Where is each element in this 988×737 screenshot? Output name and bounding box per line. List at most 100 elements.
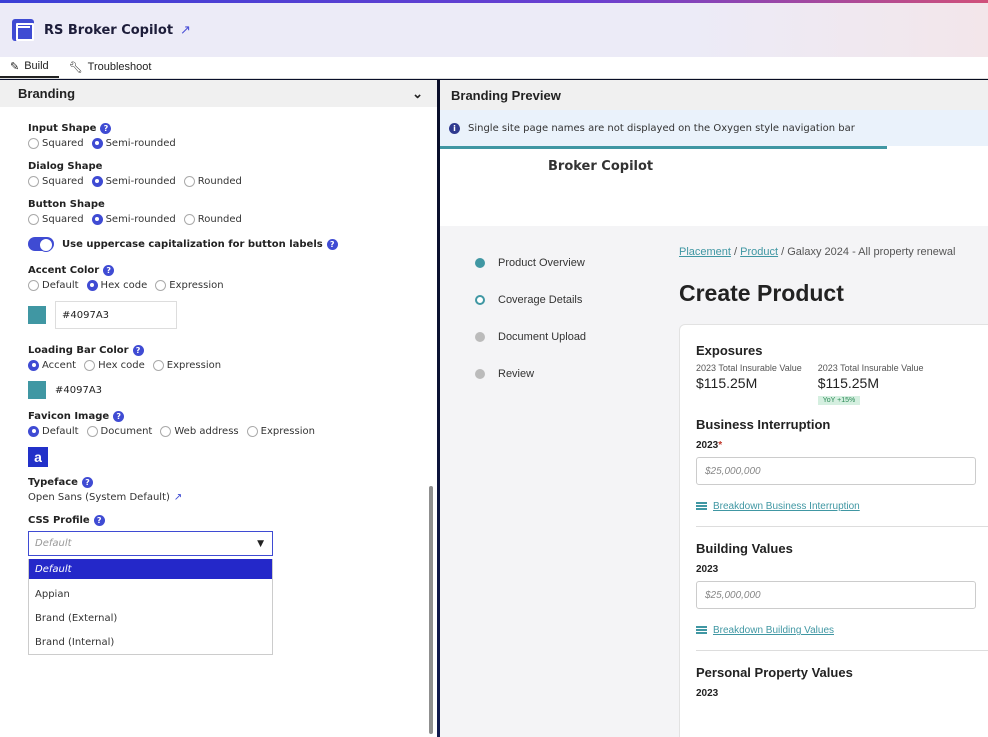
input-shape-label: Input Shape? (28, 121, 437, 135)
bv-breakdown-link[interactable]: Breakdown Building Values (696, 625, 988, 636)
exposure-label: 2023 Total Insurable Value (696, 363, 802, 373)
exposures-row: 2023 Total Insurable Value $115.25M 2023… (696, 363, 988, 405)
exposure-label: 2023 Total Insurable Value (817, 363, 924, 373)
product-card: Exposures 2023 Total Insurable Value $11… (679, 324, 988, 737)
info-text: Single site page names are not displayed… (468, 122, 855, 134)
table-icon (696, 502, 707, 511)
step-pending-icon (475, 368, 485, 379)
help-icon[interactable]: ? (132, 344, 144, 356)
radio-dialog-squared[interactable]: Squared (28, 175, 84, 187)
help-icon[interactable]: ? (81, 476, 93, 488)
exposures-title: Exposures (696, 343, 763, 358)
radio-accent-expression[interactable]: Expression (155, 279, 224, 291)
wrench-icon: 🔧︎ (68, 61, 83, 74)
caret-down-icon: ▼ (257, 538, 264, 549)
branding-settings-panel: Branding ⌄ Input Shape? Squared Semi-rou… (0, 80, 437, 737)
breadcrumb-product-link[interactable]: Product (740, 246, 778, 258)
radio-button-rounded[interactable]: Rounded (183, 213, 242, 225)
preview-nav-bar: Broker Copilot (440, 146, 988, 186)
uppercase-toggle[interactable] (28, 237, 54, 252)
tab-troubleshoot[interactable]: 🔧︎ Troubleshoot (59, 56, 162, 78)
site-name: Broker Copilot (548, 158, 654, 174)
help-icon[interactable]: ? (100, 122, 112, 134)
accent-color-row: #4097A3 (28, 301, 437, 329)
radio-accent-default[interactable]: Default (28, 279, 79, 291)
radio-input-semi-rounded[interactable]: Semi-rounded (91, 137, 176, 149)
help-icon[interactable]: ? (93, 514, 105, 526)
radio-dialog-rounded[interactable]: Rounded (183, 175, 242, 187)
app-window-icon (12, 19, 34, 41)
step-item[interactable]: Review (475, 355, 586, 392)
input-shape-radios: Squared Semi-rounded (28, 135, 437, 151)
favicon-radios: Default Document Web address Expression (28, 423, 437, 439)
table-icon (696, 626, 707, 635)
building-values-title: Building Values (696, 541, 793, 556)
branding-preview-panel: Branding Preview i Single site page name… (440, 80, 988, 737)
loading-bar (440, 146, 887, 149)
loading-bar-color-label: Loading Bar Color? (28, 343, 437, 357)
app-title: RS Broker Copilot (44, 22, 174, 38)
dropdown-option[interactable]: Brand (External) (29, 606, 272, 630)
bi-input[interactable]: $25,000,000 (696, 457, 976, 485)
tab-build-label: Build (24, 60, 49, 72)
scrollbar[interactable] (429, 486, 433, 734)
radio-loading-expression[interactable]: Expression (152, 359, 221, 371)
info-banner: i Single site page names are not display… (440, 110, 988, 146)
radio-accent-hex[interactable]: Hex code (86, 279, 147, 291)
bi-breakdown-link[interactable]: Breakdown Business Interruption (696, 501, 988, 512)
breadcrumb-placement-link[interactable]: Placement (679, 246, 731, 258)
bv-input[interactable]: $25,000,000 (696, 581, 976, 609)
radio-loading-hex[interactable]: Hex code (84, 359, 145, 371)
info-icon: i (449, 122, 460, 134)
uppercase-toggle-label: Use uppercase capitalization for button … (62, 238, 323, 250)
accent-color-swatch[interactable] (28, 306, 46, 324)
step-complete-icon (475, 257, 485, 268)
radio-favicon-web-address[interactable]: Web address (160, 425, 239, 437)
radio-button-semi-rounded[interactable]: Semi-rounded (91, 213, 176, 225)
chevron-down-icon[interactable]: ⌄ (412, 86, 423, 102)
branding-section-header[interactable]: Branding ⌄ (0, 80, 437, 107)
loading-color-swatch (28, 381, 46, 399)
loading-hex-value: #4097A3 (55, 384, 103, 396)
tab-build[interactable]: ✎ Build (0, 56, 59, 78)
accent-hex-input[interactable]: #4097A3 (55, 301, 177, 329)
help-icon[interactable]: ? (103, 264, 115, 276)
css-profile-dropdown: Default Appian Brand (External) Brand (I… (28, 559, 273, 655)
tab-bar: ✎ Build 🔧︎ Troubleshoot (0, 57, 988, 79)
radio-input-squared[interactable]: Squared (28, 137, 84, 149)
radio-favicon-default[interactable]: Default (28, 425, 79, 437)
step-current-icon (475, 294, 485, 305)
radio-favicon-expression[interactable]: Expression (246, 425, 315, 437)
step-pending-icon (475, 331, 485, 342)
button-shape-radios: Squared Semi-rounded Rounded (28, 211, 437, 227)
help-icon[interactable]: ? (326, 238, 338, 250)
exposure-value: $115.25M (817, 375, 879, 391)
pp-year-label: 2023 (696, 688, 719, 699)
dropdown-option[interactable]: Default (29, 559, 272, 579)
radio-button-squared[interactable]: Squared (28, 213, 84, 225)
step-item[interactable]: Document Upload (475, 318, 586, 355)
breadcrumb: Placement / Product / Galaxy 2024 - All … (679, 246, 956, 258)
button-shape-label: Button Shape (28, 198, 105, 210)
dropdown-option[interactable]: Brand (Internal) (29, 630, 272, 654)
help-icon[interactable]: ? (113, 410, 125, 422)
radio-dialog-semi-rounded[interactable]: Semi-rounded (91, 175, 176, 187)
typeface-label: Typeface? (28, 475, 437, 489)
radio-loading-accent[interactable]: Accent (28, 359, 76, 371)
preview-body: Product Overview Coverage Details Docume… (440, 226, 988, 737)
dropdown-option[interactable]: Appian (29, 582, 272, 606)
tab-troubleshoot-label: Troubleshoot (87, 61, 152, 73)
css-profile-select[interactable]: Default ▼ (28, 531, 273, 556)
bi-year-label: 2023* (696, 440, 723, 451)
favicon-preview: a (28, 447, 48, 467)
radio-favicon-document[interactable]: Document (86, 425, 152, 437)
accent-color-label: Accent Color? (28, 263, 437, 277)
step-item[interactable]: Product Overview (475, 244, 586, 281)
step-item[interactable]: Coverage Details (475, 281, 586, 318)
external-link-icon[interactable]: ↗ (180, 22, 191, 38)
external-link-icon[interactable]: ↗ (174, 492, 182, 503)
bv-year-label: 2023 (696, 564, 719, 575)
step-list: Product Overview Coverage Details Docume… (475, 244, 586, 392)
uppercase-toggle-row: Use uppercase capitalization for button … (28, 235, 437, 253)
dialog-shape-label: Dialog Shape (28, 160, 103, 172)
